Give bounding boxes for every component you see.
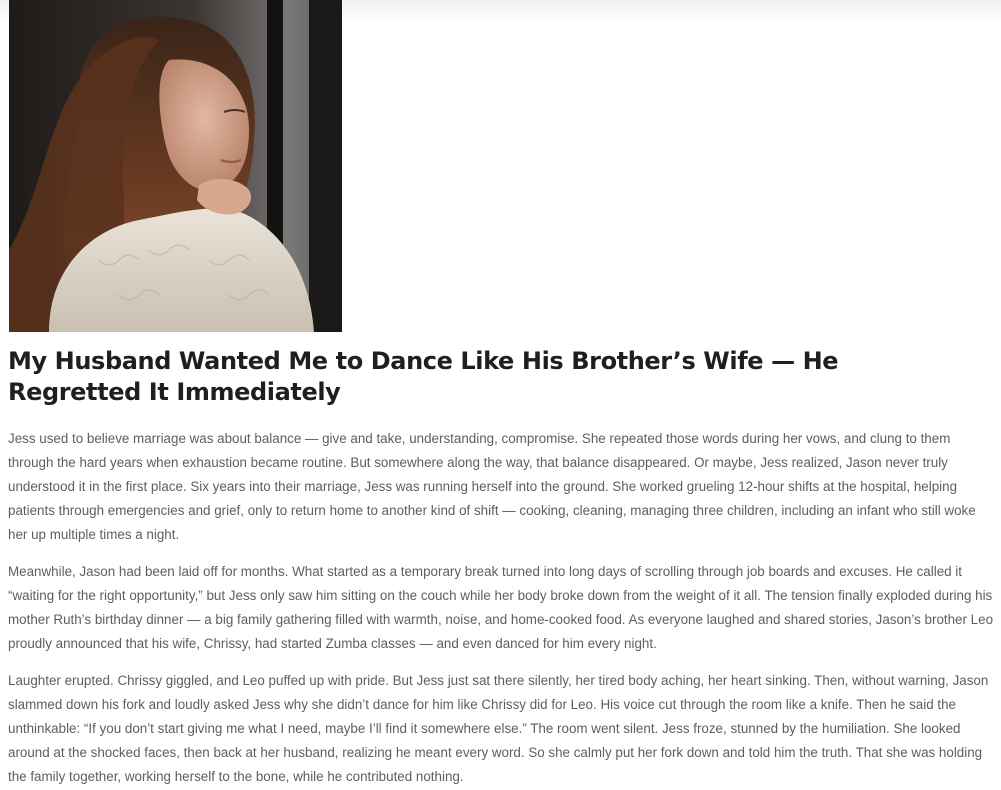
article-title: My Husband Wanted Me to Dance Like His B…	[8, 347, 839, 406]
article-paragraph: Laughter erupted. Chrissy giggled, and L…	[8, 673, 989, 784]
article-paragraph: Jess used to believe marriage was about …	[8, 431, 976, 542]
article-hero-image	[9, 0, 342, 332]
photo-illustration	[9, 0, 342, 332]
article-body: Jess used to believe marriage was about …	[8, 427, 996, 790]
article-paragraph: Meanwhile, Jason had been laid off for m…	[8, 564, 994, 651]
